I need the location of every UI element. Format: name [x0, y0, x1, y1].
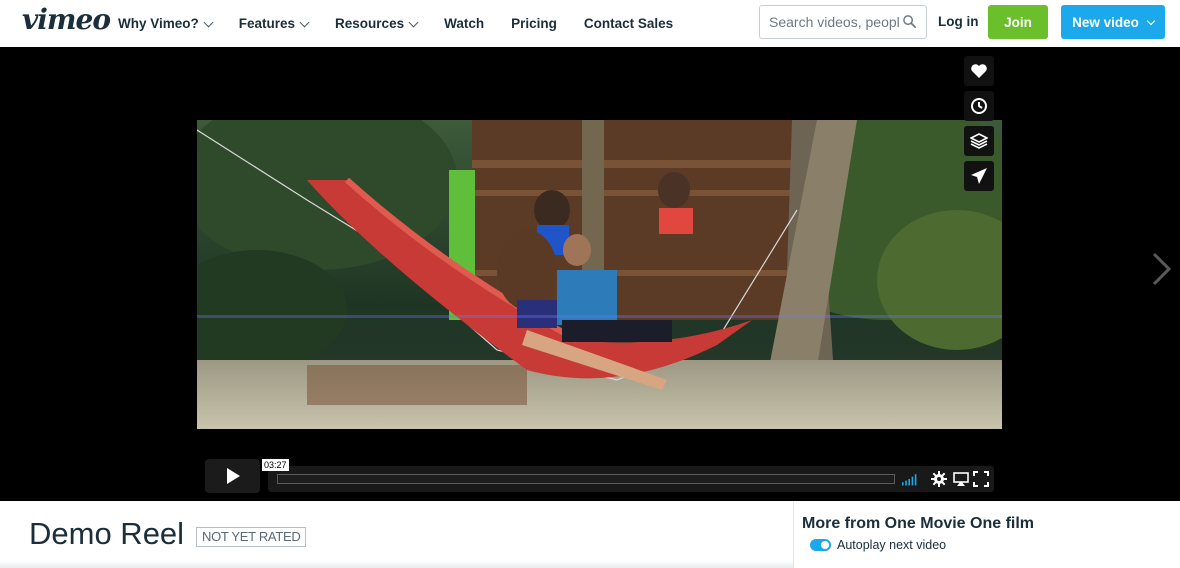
nav-why-vimeo-label: Why Vimeo?	[118, 16, 199, 31]
heart-icon	[971, 64, 987, 78]
watch-later-button[interactable]	[964, 91, 994, 121]
nav-pricing-label: Pricing	[511, 16, 557, 31]
chevron-down-icon	[203, 17, 214, 27]
video-still-image	[197, 120, 1002, 429]
new-video-label: New video	[1072, 14, 1139, 30]
nav-why-vimeo[interactable]: Why Vimeo?	[118, 16, 214, 31]
nav-resources[interactable]: Resources	[335, 16, 419, 31]
fullscreen-icon[interactable]	[973, 471, 989, 487]
new-video-button[interactable]: New video	[1061, 5, 1165, 39]
chevron-down-icon	[299, 17, 310, 27]
autoplay-label: Autoplay next video	[837, 538, 947, 552]
share-button[interactable]	[964, 161, 994, 191]
play-icon	[226, 468, 240, 484]
progress-bar[interactable]	[277, 474, 895, 484]
nav-resources-label: Resources	[335, 16, 405, 31]
send-icon	[971, 168, 987, 184]
nav-features-label: Features	[238, 16, 296, 31]
video-frame[interactable]	[197, 120, 1002, 429]
autoplay-toggle[interactable]	[810, 539, 831, 551]
video-player: 03:27	[0, 47, 1180, 501]
nav-watch[interactable]: Watch	[444, 16, 484, 31]
volume-bars-icon[interactable]	[902, 471, 918, 487]
airplay-icon[interactable]	[953, 471, 969, 487]
search-input[interactable]	[760, 6, 900, 38]
video-title: Demo Reel	[29, 516, 185, 551]
chevron-down-icon	[1146, 16, 1156, 25]
search-box	[759, 5, 927, 39]
chevron-down-icon	[408, 17, 419, 27]
play-button[interactable]	[205, 459, 260, 493]
more-from-heading: More from One Movie One film	[802, 515, 1035, 532]
login-link[interactable]: Log in	[938, 14, 979, 29]
nav-pricing[interactable]: Pricing	[511, 16, 557, 31]
rating-badge: NOT YET RATED	[196, 527, 307, 547]
toggle-knob	[821, 541, 829, 549]
vimeo-logo[interactable]: vimeo	[22, 3, 111, 36]
nav-watch-label: Watch	[444, 16, 485, 31]
layers-icon	[970, 133, 988, 149]
like-button[interactable]	[964, 56, 994, 86]
clock-icon	[971, 98, 987, 114]
time-display: 03:27	[262, 459, 289, 471]
side-action-buttons	[964, 56, 994, 196]
next-video-arrow-icon[interactable]	[1148, 251, 1174, 287]
player-controlbar	[268, 466, 994, 492]
nav-contact-sales-label: Contact Sales	[583, 16, 674, 31]
settings-icon[interactable]	[931, 471, 947, 487]
sidebar-divider	[793, 501, 794, 568]
bottom-fade	[0, 560, 793, 568]
join-button[interactable]: Join	[988, 5, 1048, 39]
collections-button[interactable]	[964, 126, 994, 156]
search-icon[interactable]	[902, 14, 917, 29]
nav-features[interactable]: Features	[238, 16, 310, 31]
nav-contact-sales[interactable]: Contact Sales	[584, 16, 673, 31]
top-navigation: vimeo Why Vimeo? Features Resources Watc…	[0, 0, 1180, 47]
main-nav: Why Vimeo? Features Resources Watch Pric…	[118, 0, 700, 47]
